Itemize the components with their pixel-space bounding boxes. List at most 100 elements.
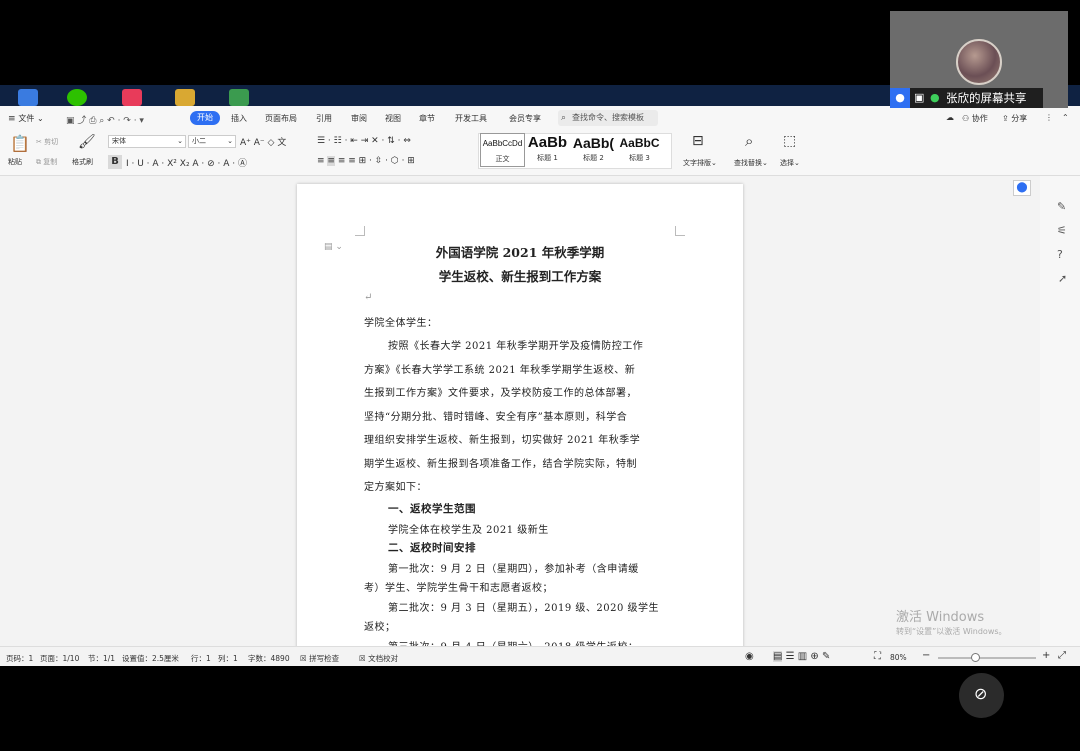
- settings-sliders-icon[interactable]: ⚟: [1057, 224, 1067, 237]
- fit-page-icon[interactable]: ⛶: [874, 651, 881, 662]
- body-line-5: 理组织安排学生返校、新生报到，切实做好 2021 年秋季学: [364, 435, 641, 446]
- margin-corner-tr: [675, 226, 685, 236]
- copy-icon: ⧉: [36, 158, 41, 166]
- wechat-icon[interactable]: [67, 89, 87, 106]
- tab-references[interactable]: 引用: [316, 113, 332, 124]
- batch-1-line-b: 考）学生、学院学生骨干和志愿者返校；: [364, 583, 553, 594]
- collapse-ribbon-icon[interactable]: ⌃: [1062, 113, 1069, 122]
- zoom-level[interactable]: 80%: [890, 653, 907, 662]
- paste-button[interactable]: 粘贴: [8, 157, 22, 167]
- eye-protection-icon[interactable]: ◉: [745, 651, 754, 662]
- status-setting: 设置值：2.5厘米: [122, 654, 179, 663]
- wps-writer-window: ≡ 文件 ⌄ ▣ ⤴ ⎙ ⌕ ↶ · ↷ · ▾ 开始 插入 页面布局 引用 审…: [0, 106, 1080, 666]
- spell-check-button[interactable]: ☒ 拼写检查: [300, 653, 339, 664]
- tab-member[interactable]: 会员专享: [509, 113, 541, 124]
- format-painter-icon[interactable]: 🖌: [78, 134, 96, 150]
- cut-button[interactable]: ✂ 剪切: [36, 137, 58, 147]
- pen-icon[interactable]: ✎: [1057, 200, 1066, 213]
- folder-icon[interactable]: [175, 89, 195, 106]
- document-page[interactable]: ▤ ⌄ 外国语学院 2021 年秋季学期 学生返校、新生报到工作方案 ↵ 学院全…: [297, 184, 743, 646]
- scissors-icon: ✂: [36, 138, 42, 146]
- tab-insert[interactable]: 插入: [231, 113, 247, 124]
- format-painter-button[interactable]: 格式刷: [72, 157, 93, 167]
- app-icon-blue[interactable]: [18, 89, 38, 106]
- body-line-4: 坚持“分期分批、错时错峰、安全有序”基本原则，科学合: [364, 412, 628, 423]
- fullscreen-icon[interactable]: ⤢: [1058, 650, 1066, 661]
- font-name-select[interactable]: 宋体 ⌄: [108, 135, 186, 148]
- body-line-7: 定方案如下：: [364, 482, 427, 493]
- text-layout-icon[interactable]: ⊟: [692, 133, 704, 149]
- status-page[interactable]: 页面：1/10: [40, 653, 79, 664]
- status-bar: 页码：1 页面：1/10 节：1/1 设置值：2.5厘米 行：1 列：1 字数：…: [0, 646, 1080, 666]
- section-1-text: 学院全体在校学生及 2021 级新生: [388, 525, 549, 536]
- more-icon[interactable]: ⋮: [1045, 113, 1053, 122]
- cursor-icon[interactable]: ➚: [1058, 272, 1067, 285]
- tab-chapter[interactable]: 章节: [419, 113, 435, 124]
- format-toolbar[interactable]: I · U · A · X² X₂ A · ⊘ · A · Ⓐ: [126, 156, 247, 169]
- mute-microphone-button[interactable]: ⊘: [959, 673, 1004, 718]
- tab-view[interactable]: 视图: [385, 113, 401, 124]
- help-icon[interactable]: ?: [1057, 248, 1063, 261]
- copy-button[interactable]: ⧉ 复制: [36, 157, 57, 167]
- empty-paragraph-mark: ↵: [364, 292, 373, 303]
- avatar: [956, 39, 1002, 85]
- tab-page-layout[interactable]: 页面布局: [265, 113, 297, 124]
- video-preview[interactable]: ● ▣ ● 张欣的屏幕共享: [890, 11, 1068, 108]
- file-menu[interactable]: ≡ 文件 ⌄: [8, 113, 44, 124]
- find-replace-icon[interactable]: ⌕: [745, 132, 753, 150]
- proof-icon: ☒: [359, 654, 366, 663]
- screen-share-label: ● ▣ ● 张欣的屏幕共享: [890, 88, 1043, 108]
- body-line-3: 生报到工作方案》文件要求，及学校防疫工作的总体部署，: [364, 388, 637, 399]
- view-mode-icons[interactable]: ▤ ☰ ▥ ⊕ ✎: [773, 651, 830, 662]
- zoom-slider[interactable]: [938, 653, 1036, 662]
- document-canvas: ▤ ⌄ 外国语学院 2021 年秋季学期 学生返校、新生报到工作方案 ↵ 学院全…: [0, 176, 1040, 646]
- location-pin-icon[interactable]: ⬤: [1013, 180, 1031, 196]
- quick-access-toolbar[interactable]: ▣ ⤴ ⎙ ⌕ ↶ · ↷ · ▾: [66, 113, 144, 126]
- spell-check-icon: ☒: [300, 654, 307, 663]
- font-size-select[interactable]: 小二 ⌄: [188, 135, 236, 148]
- command-search-input[interactable]: ⌕ 查找命令、搜索模板: [558, 110, 658, 126]
- select-button[interactable]: 选择⌄: [780, 158, 800, 168]
- status-word-count[interactable]: 字数：4890: [248, 653, 290, 664]
- style-heading-3[interactable]: AaBbC 标题 3: [617, 133, 662, 167]
- app-icon-red[interactable]: [122, 89, 142, 106]
- batch-2-line-b: 返校；: [364, 622, 396, 633]
- zoom-in-button[interactable]: +: [1042, 650, 1050, 661]
- align-buttons[interactable]: ≡ ≡ ≡ ≡ ⊞ · ⇳ · ⬡ · ⊞: [317, 156, 415, 166]
- sync-icon[interactable]: ☁: [946, 113, 954, 122]
- select-icon[interactable]: ⬚: [783, 133, 796, 149]
- style-normal[interactable]: AaBbCcDd 正文: [480, 133, 525, 167]
- find-replace-button[interactable]: 查找替换⌄: [734, 158, 768, 168]
- font-grow-shrink-icons[interactable]: A⁺ A⁻ ◇ 文: [240, 135, 286, 148]
- status-col: 列：1: [218, 654, 238, 663]
- text-layout-button[interactable]: 文字排版⌄: [683, 158, 717, 168]
- status-page-code: 页码：1: [6, 654, 34, 663]
- doc-proof-button[interactable]: ☒ 文档校对: [359, 653, 398, 664]
- paste-icon[interactable]: 📋: [10, 134, 30, 153]
- zoom-slider-thumb[interactable]: [971, 653, 980, 662]
- batch-1-line-a: 第一批次：9 月 2 日（星期四），参加补考（含申请缓: [388, 564, 639, 575]
- list-buttons[interactable]: ☰ · ☷ · ⇤ ⇥ ✕ · ⇅ · ⇔: [317, 136, 411, 146]
- doc-title-line2: 学生返校、新生报到工作方案: [438, 269, 602, 284]
- batch-2-line-a: 第二批次：9 月 3 日（星期五），2019 级、2020 级学生: [388, 603, 660, 614]
- collaborate-button[interactable]: ⚇ 协作: [962, 113, 988, 124]
- zoom-out-button[interactable]: −: [922, 650, 930, 661]
- bold-button[interactable]: B: [108, 155, 122, 169]
- share-icon: ⇪: [1002, 114, 1009, 123]
- section-heading-2: 二、返校时间安排: [388, 542, 476, 554]
- body-line-6: 期学生返校、新生报到各项准备工作，结合学院实际，特制: [364, 459, 637, 470]
- style-heading-2[interactable]: AaBb( 标题 2: [571, 133, 616, 167]
- share-button[interactable]: ⇪ 分享: [1002, 113, 1027, 124]
- search-icon: ⌕: [561, 113, 567, 123]
- status-section: 节：1/1: [88, 654, 116, 663]
- tab-home[interactable]: 开始: [190, 111, 220, 125]
- search-placeholder: 查找命令、搜索模板: [572, 113, 644, 122]
- margin-corner-tl: [355, 226, 365, 236]
- activate-windows-watermark: 激活 Windows 转到“设置”以激活 Windows。: [896, 610, 1007, 636]
- style-heading-1[interactable]: AaBb 标题 1: [525, 133, 570, 167]
- tab-developer[interactable]: 开发工具: [455, 113, 487, 124]
- tab-review[interactable]: 审阅: [351, 113, 367, 124]
- doc-app-icon[interactable]: [229, 89, 249, 106]
- body-line-2: 方案》《长春大学学工系统 2021 年秋季学期学生返校、新: [364, 365, 636, 376]
- mic-icon: ●: [930, 91, 940, 104]
